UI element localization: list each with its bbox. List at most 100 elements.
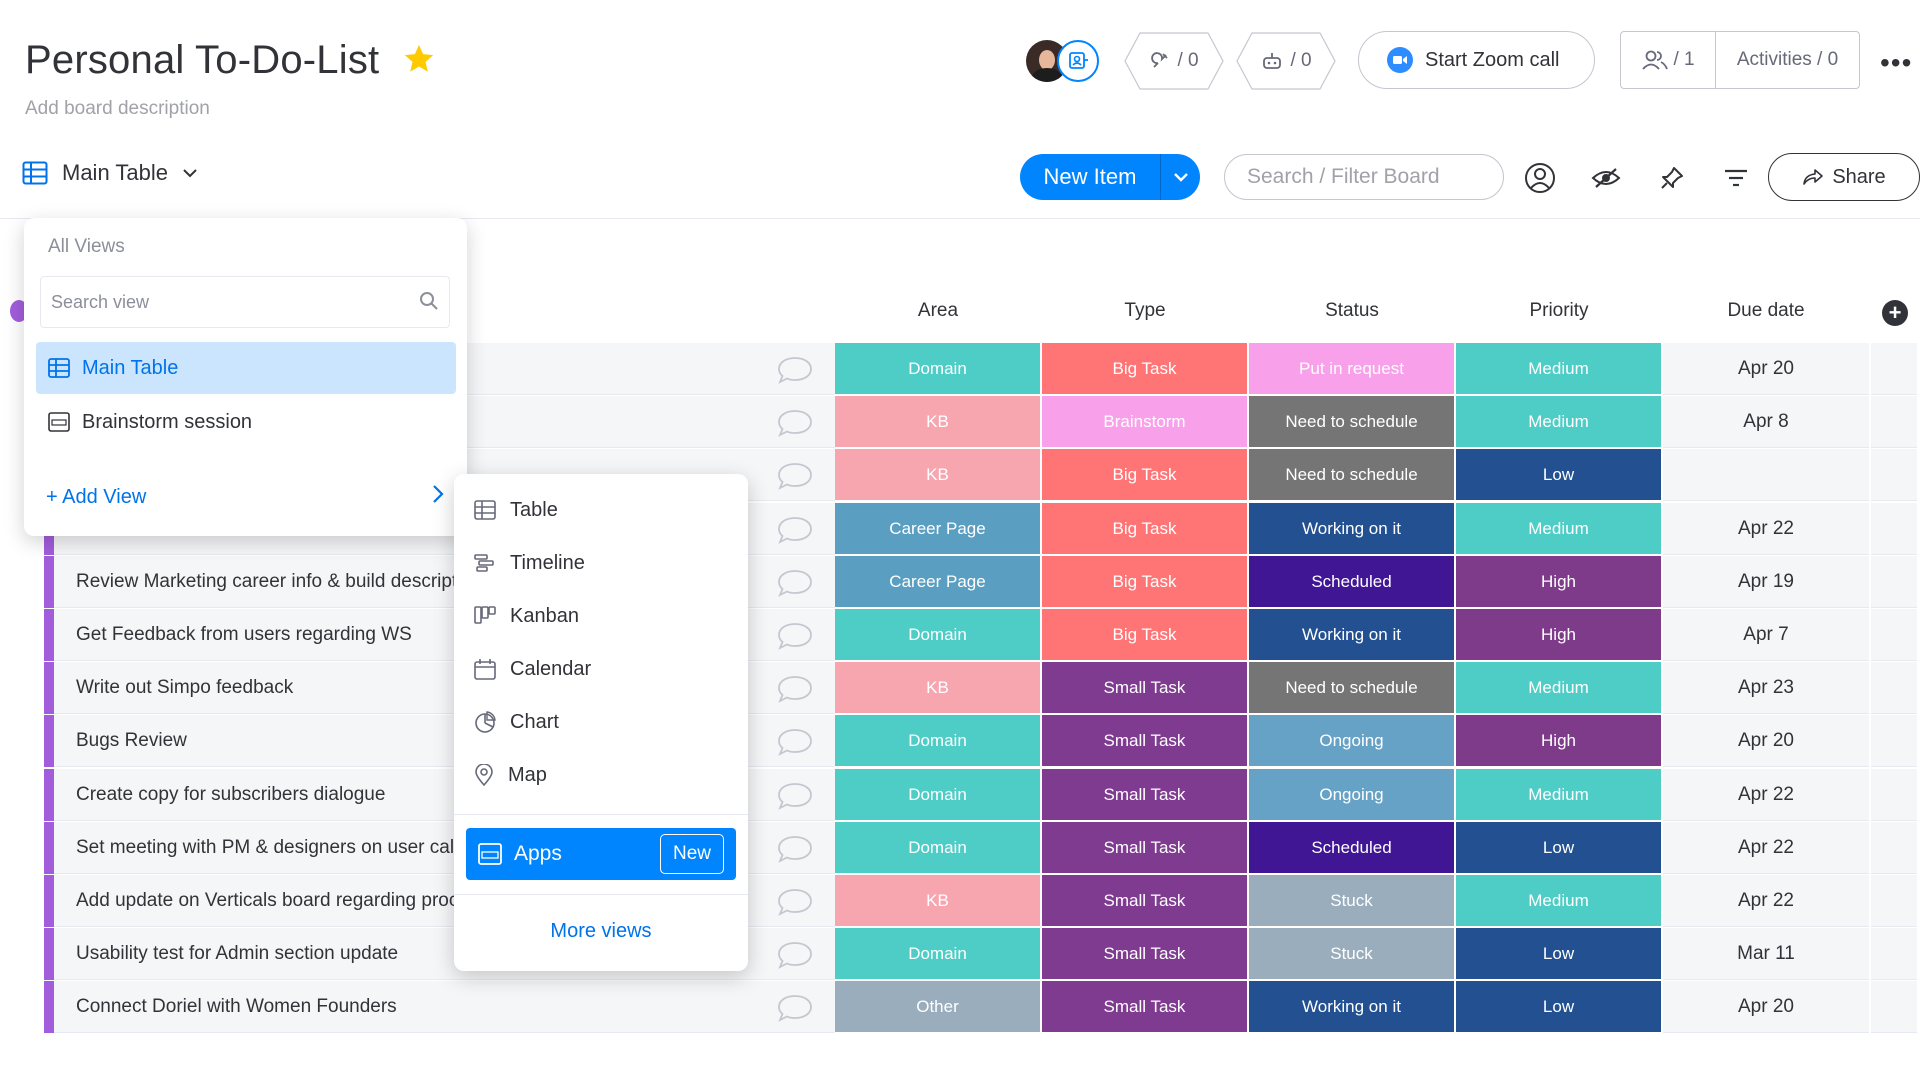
- due-date-cell[interactable]: Apr 19: [1663, 556, 1869, 608]
- status-cell[interactable]: Put in request: [1249, 343, 1454, 395]
- due-date-cell[interactable]: Apr 22: [1663, 769, 1869, 821]
- due-date-cell[interactable]: Mar 11: [1663, 928, 1869, 980]
- priority-cell[interactable]: Medium: [1456, 875, 1661, 927]
- status-cell[interactable]: Stuck: [1249, 928, 1454, 980]
- add-view-table[interactable]: Table: [474, 490, 558, 530]
- updates-bubble-icon[interactable]: [776, 515, 814, 545]
- type-cell[interactable]: Small Task: [1042, 928, 1247, 980]
- area-cell[interactable]: KB: [835, 662, 1040, 714]
- updates-bubble-icon[interactable]: [776, 568, 814, 598]
- start-zoom-call-button[interactable]: Start Zoom call: [1358, 31, 1595, 89]
- type-cell[interactable]: Small Task: [1042, 981, 1247, 1033]
- board-description[interactable]: Add board description: [25, 98, 210, 120]
- area-cell[interactable]: KB: [835, 875, 1040, 927]
- table-row[interactable]: Set meeting with PM & designers on user …: [44, 822, 1920, 874]
- status-cell[interactable]: Working on it: [1249, 609, 1454, 661]
- area-cell[interactable]: Domain: [835, 343, 1040, 395]
- priority-cell[interactable]: High: [1456, 609, 1661, 661]
- search-filter-input[interactable]: Search / Filter Board: [1224, 154, 1504, 200]
- add-view-apps[interactable]: Apps New: [466, 828, 736, 880]
- status-cell[interactable]: Working on it: [1249, 981, 1454, 1033]
- priority-cell[interactable]: Medium: [1456, 343, 1661, 395]
- updates-bubble-icon[interactable]: [776, 781, 814, 811]
- status-cell[interactable]: Stuck: [1249, 875, 1454, 927]
- updates-bubble-icon[interactable]: [776, 621, 814, 651]
- priority-cell[interactable]: Low: [1456, 822, 1661, 874]
- view-selector[interactable]: Main Table: [22, 160, 198, 186]
- add-view-button[interactable]: + Add View: [46, 486, 146, 509]
- more-views-link[interactable]: More views: [454, 920, 748, 943]
- pin-icon[interactable]: [1656, 162, 1688, 194]
- priority-cell[interactable]: Low: [1456, 449, 1661, 501]
- priority-cell[interactable]: Medium: [1456, 662, 1661, 714]
- priority-cell[interactable]: Low: [1456, 928, 1661, 980]
- due-date-cell[interactable]: [1663, 449, 1869, 501]
- type-cell[interactable]: Small Task: [1042, 662, 1247, 714]
- type-cell[interactable]: Brainstorm: [1042, 396, 1247, 448]
- due-date-cell[interactable]: Apr 20: [1663, 981, 1869, 1033]
- new-item-dropdown[interactable]: [1161, 172, 1200, 182]
- priority-cell[interactable]: High: [1456, 556, 1661, 608]
- due-date-cell[interactable]: Apr 7: [1663, 609, 1869, 661]
- priority-cell[interactable]: Medium: [1456, 396, 1661, 448]
- table-row[interactable]: Add update on Verticals board regarding …: [44, 875, 1920, 927]
- table-row[interactable]: Connect Doriel with Women Founders Other S…: [44, 981, 1920, 1033]
- add-view-calendar[interactable]: Calendar: [474, 649, 591, 689]
- status-cell[interactable]: Scheduled: [1249, 556, 1454, 608]
- area-cell[interactable]: KB: [835, 396, 1040, 448]
- table-row[interactable]: Write out Simpo feedback KB Small Task Need…: [44, 662, 1920, 714]
- due-date-cell[interactable]: Apr 22: [1663, 822, 1869, 874]
- more-options-button[interactable]: •••: [1880, 47, 1912, 79]
- type-cell[interactable]: Big Task: [1042, 343, 1247, 395]
- updates-bubble-icon[interactable]: [776, 461, 814, 491]
- column-header-status[interactable]: Status: [1249, 300, 1455, 322]
- area-cell[interactable]: Domain: [835, 822, 1040, 874]
- updates-bubble-icon[interactable]: [776, 940, 814, 970]
- add-view-map[interactable]: Map: [474, 755, 547, 795]
- integrations-button[interactable]: / 0: [1124, 32, 1224, 90]
- updates-bubble-icon[interactable]: [776, 355, 814, 385]
- table-row[interactable]: Create copy for subscribers dialogue Doma…: [44, 769, 1920, 821]
- status-cell[interactable]: Need to schedule: [1249, 396, 1454, 448]
- area-cell[interactable]: Career Page: [835, 503, 1040, 555]
- add-view-timeline[interactable]: Timeline: [474, 543, 585, 583]
- type-cell[interactable]: Big Task: [1042, 556, 1247, 608]
- status-cell[interactable]: Ongoing: [1249, 769, 1454, 821]
- area-cell[interactable]: Other: [835, 981, 1040, 1033]
- area-cell[interactable]: Domain: [835, 928, 1040, 980]
- share-button[interactable]: Share: [1768, 153, 1920, 201]
- column-header-area[interactable]: Area: [835, 300, 1041, 322]
- due-date-cell[interactable]: Apr 23: [1663, 662, 1869, 714]
- view-item-brainstorm-session[interactable]: Brainstorm session: [36, 396, 456, 448]
- status-cell[interactable]: Scheduled: [1249, 822, 1454, 874]
- new-item-button[interactable]: New Item: [1020, 154, 1200, 200]
- updates-bubble-icon[interactable]: [776, 408, 814, 438]
- person-filter-icon[interactable]: [1524, 162, 1556, 194]
- area-cell[interactable]: Domain: [835, 715, 1040, 767]
- updates-bubble-icon[interactable]: [776, 887, 814, 917]
- updates-bubble-icon[interactable]: [776, 993, 814, 1023]
- board-title[interactable]: Personal To-Do-List: [25, 38, 379, 83]
- priority-cell[interactable]: Medium: [1456, 503, 1661, 555]
- table-row[interactable]: Get Feedback from users regarding WS Doma…: [44, 609, 1920, 661]
- add-view-chart[interactable]: Chart: [474, 702, 559, 742]
- table-row[interactable]: Bugs Review Domain Small Task Ongoing High Ap…: [44, 715, 1920, 767]
- type-cell[interactable]: Small Task: [1042, 875, 1247, 927]
- due-date-cell[interactable]: Apr 22: [1663, 503, 1869, 555]
- chevron-right-icon[interactable]: [432, 484, 444, 504]
- priority-cell[interactable]: Low: [1456, 981, 1661, 1033]
- hide-columns-icon[interactable]: [1590, 162, 1622, 194]
- area-cell[interactable]: Domain: [835, 769, 1040, 821]
- automations-button[interactable]: / 0: [1236, 32, 1336, 90]
- table-row[interactable]: Review Marketing career info & build des…: [44, 556, 1920, 608]
- area-cell[interactable]: KB: [835, 449, 1040, 501]
- type-cell[interactable]: Big Task: [1042, 503, 1247, 555]
- due-date-cell[interactable]: Apr 8: [1663, 396, 1869, 448]
- activities-button[interactable]: Activities / 0: [1716, 49, 1859, 71]
- column-header-priority[interactable]: Priority: [1456, 300, 1662, 322]
- area-cell[interactable]: Domain: [835, 609, 1040, 661]
- table-row[interactable]: Usability test for Admin section update D…: [44, 928, 1920, 980]
- status-cell[interactable]: Need to schedule: [1249, 449, 1454, 501]
- updates-bubble-icon[interactable]: [776, 727, 814, 757]
- status-cell[interactable]: Need to schedule: [1249, 662, 1454, 714]
